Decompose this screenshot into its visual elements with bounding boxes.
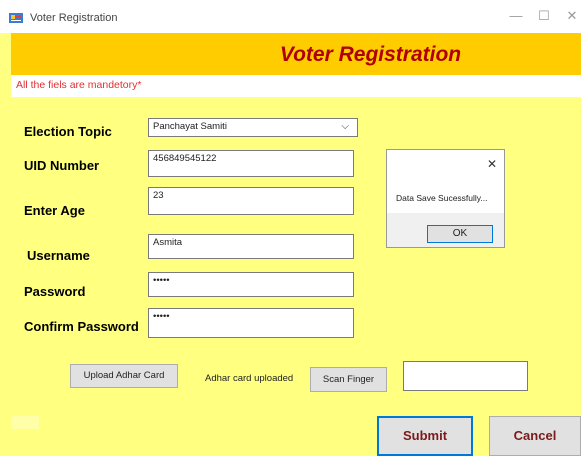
submit-button[interactable]: Submit: [377, 416, 473, 456]
age-input[interactable]: 23: [148, 187, 354, 215]
page-title: Voter Registration: [279, 43, 462, 66]
faint-corner-element: [11, 416, 39, 429]
dialog-close-icon[interactable]: ✕: [487, 157, 497, 171]
uid-input[interactable]: 456849545122: [148, 150, 354, 177]
password-input[interactable]: •••••: [148, 272, 354, 297]
age-label: Enter Age: [24, 203, 85, 218]
scan-finger-button[interactable]: Scan Finger: [310, 367, 387, 392]
username-label: Username: [27, 248, 90, 263]
election-topic-label: Election Topic: [24, 124, 112, 139]
close-icon[interactable]: ✕: [562, 8, 581, 24]
election-topic-select[interactable]: Panchayat Samiti ⌵: [148, 118, 358, 137]
window-title: Voter Registration: [30, 12, 118, 24]
upload-status-text: Adhar card uploaded: [205, 373, 294, 384]
username-input[interactable]: Asmita: [148, 234, 354, 259]
message-dialog: ✕ Data Save Sucessfully... OK: [386, 149, 505, 248]
cancel-button[interactable]: Cancel: [489, 416, 581, 456]
chevron-down-icon[interactable]: ⌵: [341, 121, 349, 132]
maximize-icon[interactable]: ☐: [534, 8, 554, 24]
dialog-ok-button[interactable]: OK: [427, 225, 493, 243]
fingerprint-box: [403, 361, 528, 391]
minimize-icon[interactable]: —: [506, 8, 526, 23]
confirm-password-input[interactable]: •••••: [148, 308, 354, 338]
confirm-password-label: Confirm Password: [24, 319, 139, 334]
dialog-message: Data Save Sucessfully...: [396, 193, 488, 203]
uid-label: UID Number: [24, 158, 100, 173]
election-topic-value: Panchayat Samiti: [153, 121, 227, 132]
mandatory-note: All the fiels are mandetory*: [16, 79, 142, 91]
app-icon: [9, 11, 23, 23]
password-label: Password: [24, 284, 86, 299]
upload-adhar-button[interactable]: Upload Adhar Card: [70, 364, 178, 388]
